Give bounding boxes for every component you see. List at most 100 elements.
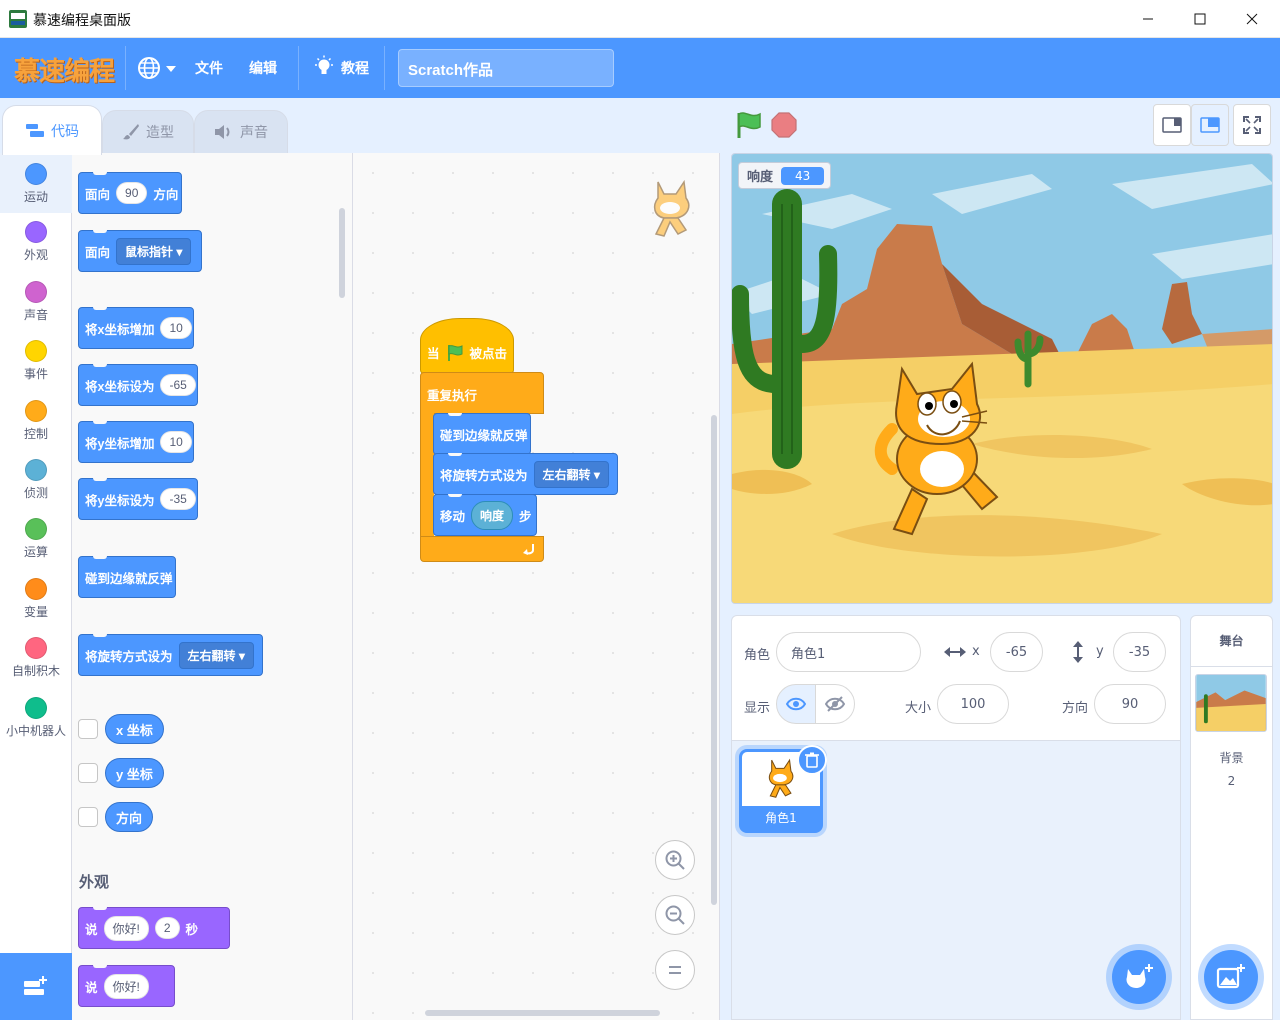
block-say-for-secs[interactable]: 说 你好! 2 秒 (78, 907, 230, 949)
equals-icon (669, 966, 681, 974)
tab-code[interactable]: 代码 (2, 105, 102, 155)
backdrops-count: 2 (1227, 774, 1236, 788)
close-button[interactable] (1226, 0, 1278, 38)
show-label: 显示 (744, 701, 771, 716)
script-block-move-steps[interactable]: 移动 响度 步 (433, 494, 537, 536)
block-label: 移动 (440, 509, 466, 524)
category-my-blocks[interactable]: 自制积木 (0, 637, 72, 679)
script-horizontal-scrollbar[interactable] (425, 1010, 660, 1016)
block-when-flag-clicked[interactable]: 当 被点击 (420, 318, 514, 374)
block-change-y[interactable]: 将y坐标增加 10 (78, 421, 194, 463)
category-dot (25, 459, 47, 481)
value-input[interactable]: 10 (160, 317, 192, 339)
message-input[interactable]: 你好! (103, 915, 149, 941)
tab-costumes[interactable]: 造型 (102, 110, 194, 154)
direction-input[interactable]: 90 (116, 182, 148, 204)
minimize-button[interactable] (1122, 0, 1174, 38)
reporter-x-position[interactable]: x 坐标 (105, 714, 164, 744)
normal-stage-button[interactable] (1191, 104, 1229, 146)
category-label: 运算 (23, 545, 48, 559)
block-point-in-direction[interactable]: 面向 90 方向 (78, 172, 182, 214)
checkbox-y-position[interactable] (78, 763, 98, 783)
script-block-rotation-style[interactable]: 将旋转方式设为 左右翻转 ▾ (433, 453, 618, 495)
reporter-y-position[interactable]: y 坐标 (105, 758, 164, 788)
green-flag-icon (447, 344, 463, 361)
project-title-input[interactable]: Scratch作品 (398, 49, 614, 87)
loudness-monitor[interactable]: 响度 43 (738, 162, 832, 189)
delete-sprite-button[interactable] (797, 745, 827, 775)
category-sound[interactable]: 声音 (0, 281, 72, 323)
value-input[interactable]: -65 (160, 374, 196, 396)
value-input[interactable]: -35 (160, 488, 196, 510)
category-operators[interactable]: 运算 (0, 518, 72, 560)
tab-sounds-label: 声音 (240, 125, 268, 141)
dropdown-value: 左右翻转 (542, 467, 591, 482)
category-dot (25, 578, 47, 600)
category-label: 控制 (23, 427, 48, 441)
block-set-x[interactable]: 将x坐标设为 -65 (78, 364, 198, 406)
sprite-name-input[interactable]: 角色1 (776, 632, 921, 672)
app-logo[interactable]: 慕速编程 (14, 51, 115, 88)
checkbox-direction[interactable] (78, 807, 98, 827)
x-position-input[interactable]: -65 (990, 632, 1043, 672)
small-stage-button[interactable] (1153, 104, 1191, 146)
block-label: 将x坐标增加 (85, 322, 155, 337)
category-control[interactable]: 控制 (0, 400, 72, 442)
tab-sounds[interactable]: 声音 (194, 110, 288, 154)
category-looks[interactable]: 外观 (0, 221, 72, 263)
block-label: 被点击 (469, 347, 508, 361)
value-input[interactable]: 10 (160, 431, 192, 453)
tutorials-menu[interactable]: 教程 (313, 55, 373, 81)
show-sprite-button[interactable] (776, 684, 816, 724)
file-menu[interactable]: 文件 (195, 58, 223, 78)
stop-button[interactable] (770, 111, 798, 139)
speaker-icon (215, 125, 230, 139)
towards-dropdown[interactable]: 鼠标指针 ▾ (116, 237, 192, 265)
maximize-button[interactable] (1174, 0, 1226, 38)
zoom-in-button[interactable] (655, 840, 695, 880)
block-label: 重复执行 (427, 389, 478, 403)
zoom-reset-button[interactable] (655, 950, 695, 990)
block-point-towards[interactable]: 面向 鼠标指针 ▾ (78, 230, 202, 272)
palette-scrollbar[interactable] (339, 208, 345, 298)
block-rotation-style[interactable]: 将旋转方式设为 左右翻转 ▾ (78, 634, 263, 676)
block-say[interactable]: 说 你好! (78, 965, 175, 1007)
script-block-bounce[interactable]: 碰到边缘就反弹 (433, 413, 531, 455)
y-position-input[interactable]: -35 (1113, 632, 1166, 672)
seconds-input[interactable]: 2 (154, 917, 180, 939)
zoom-out-button[interactable] (655, 895, 695, 935)
fullscreen-icon (1243, 116, 1261, 134)
rotation-dropdown[interactable]: 左右翻转 ▾ (533, 460, 609, 488)
fullscreen-button[interactable] (1233, 104, 1271, 146)
category-variables[interactable]: 变量 (0, 578, 72, 620)
language-menu[interactable] (137, 54, 179, 82)
block-label: 说 (85, 980, 98, 995)
rotation-dropdown[interactable]: 左右翻转 ▾ (178, 641, 254, 669)
message-input[interactable]: 你好! (103, 973, 149, 999)
add-extension-button[interactable] (0, 953, 72, 1020)
green-flag-button[interactable] (734, 110, 764, 140)
hide-sprite-button[interactable] (815, 684, 855, 724)
script-vertical-scrollbar[interactable] (711, 415, 717, 905)
category-motion[interactable]: 运动 (0, 153, 72, 213)
category-events[interactable]: 事件 (0, 340, 72, 382)
add-sprite-button[interactable] (1112, 950, 1166, 1004)
category-robot[interactable]: 小中机器人 (0, 697, 72, 739)
stage-canvas[interactable] (731, 153, 1273, 604)
sprite-thumbnail-icon (768, 758, 794, 798)
add-backdrop-button[interactable] (1204, 950, 1258, 1004)
category-sensing[interactable]: 侦测 (0, 459, 72, 501)
block-label: 将y坐标增加 (85, 436, 155, 451)
block-bounce[interactable]: 碰到边缘就反弹 (78, 556, 176, 598)
reporter-direction[interactable]: 方向 (105, 802, 154, 832)
close-icon (1246, 13, 1258, 25)
category-dot (25, 163, 47, 185)
block-set-y[interactable]: 将y坐标设为 -35 (78, 478, 198, 520)
checkbox-x-position[interactable] (78, 719, 98, 739)
block-change-x[interactable]: 将x坐标增加 10 (78, 307, 194, 349)
loudness-reporter[interactable]: 响度 (471, 500, 514, 530)
edit-menu[interactable]: 编辑 (249, 58, 277, 78)
direction-input[interactable]: 90 (1094, 684, 1166, 724)
size-input[interactable]: 100 (937, 684, 1009, 724)
script-area[interactable] (353, 153, 720, 1020)
